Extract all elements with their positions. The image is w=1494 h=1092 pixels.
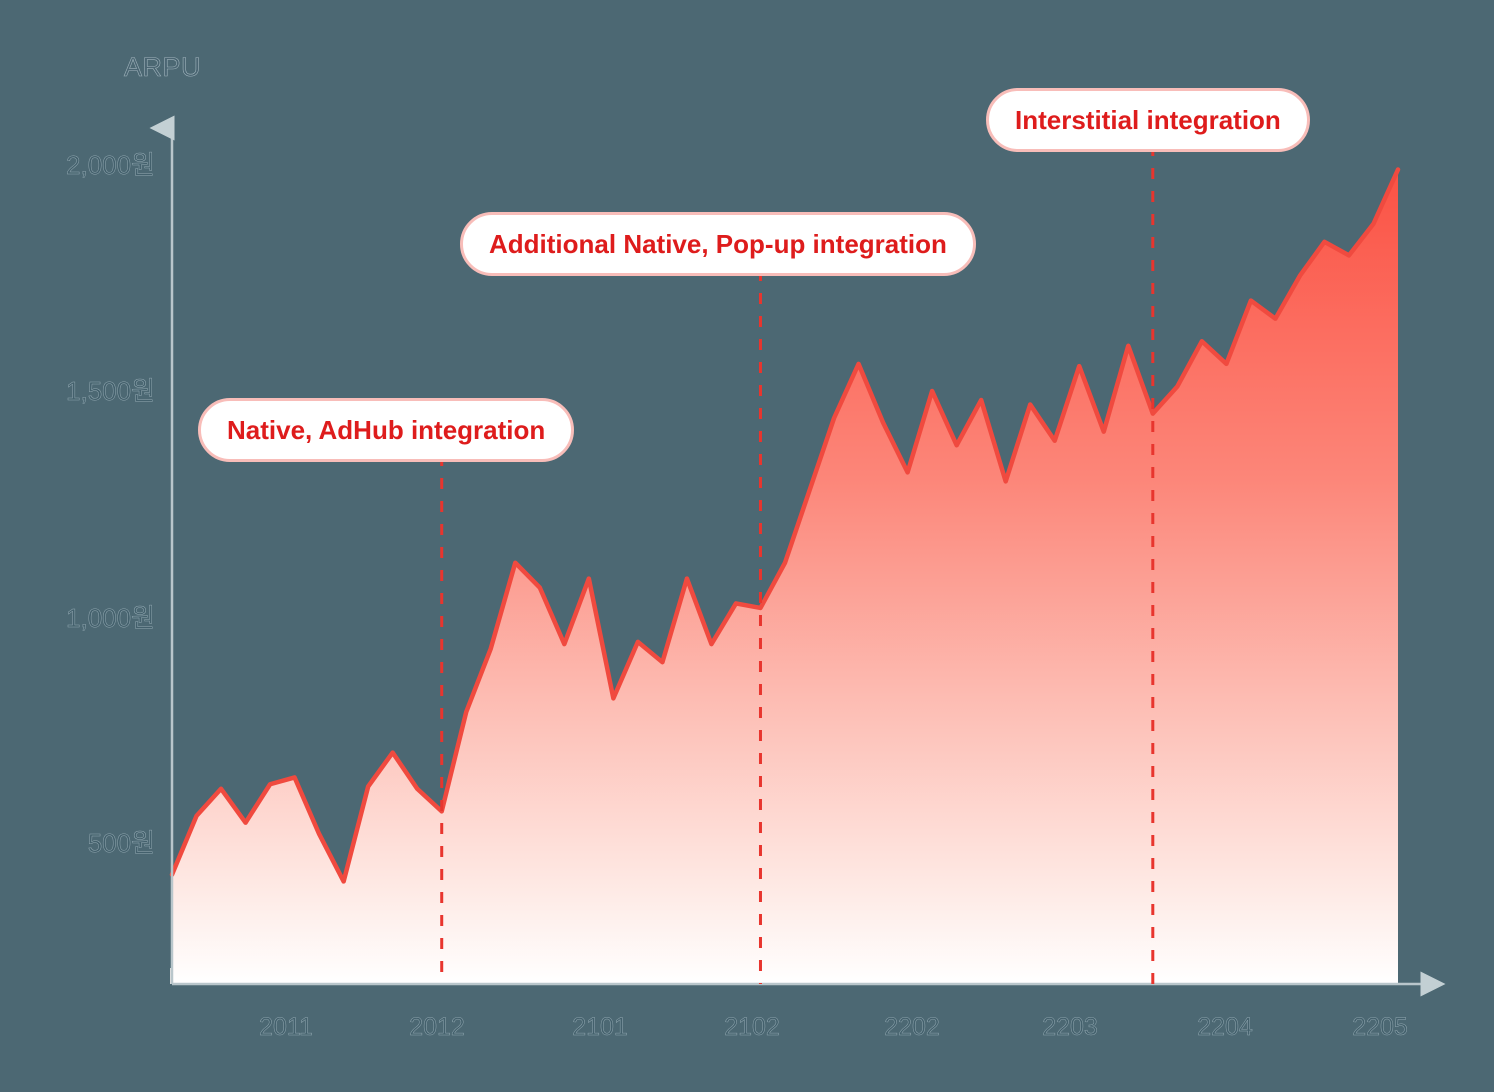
annotation-interstitial[interactable]: Interstitial integration: [986, 88, 1310, 152]
arpu-area-chart: [149, 115, 1446, 997]
x-tick-label-2205: 2205: [1352, 1013, 1408, 1042]
chart-canvas: ARPU 2,000원 1,500원 1,000원 500원 2011 2012…: [0, 0, 1494, 1092]
x-tick-label-2203: 2203: [1042, 1013, 1098, 1042]
y-tick-label-2000: 2,000원: [66, 150, 155, 181]
series-area: [169, 167, 1401, 984]
annotation-additional-native-popup[interactable]: Additional Native, Pop-up integration: [460, 212, 976, 276]
x-tick-label-2011: 2011: [259, 1013, 313, 1042]
x-tick-label-2101: 2101: [572, 1013, 628, 1042]
x-tick-label-2202: 2202: [884, 1013, 940, 1042]
y-axis-title: ARPU: [124, 52, 202, 83]
x-tick-label-2204: 2204: [1197, 1013, 1253, 1042]
y-tick-label-500: 500원: [87, 828, 155, 859]
x-tick-label-2012: 2012: [409, 1013, 465, 1042]
x-tick-label-2102: 2102: [724, 1013, 780, 1042]
annotation-native-adhub[interactable]: Native, AdHub integration: [198, 398, 575, 462]
y-tick-label-1000: 1,000원: [66, 603, 155, 634]
y-tick-label-1500: 1,500원: [66, 376, 155, 407]
